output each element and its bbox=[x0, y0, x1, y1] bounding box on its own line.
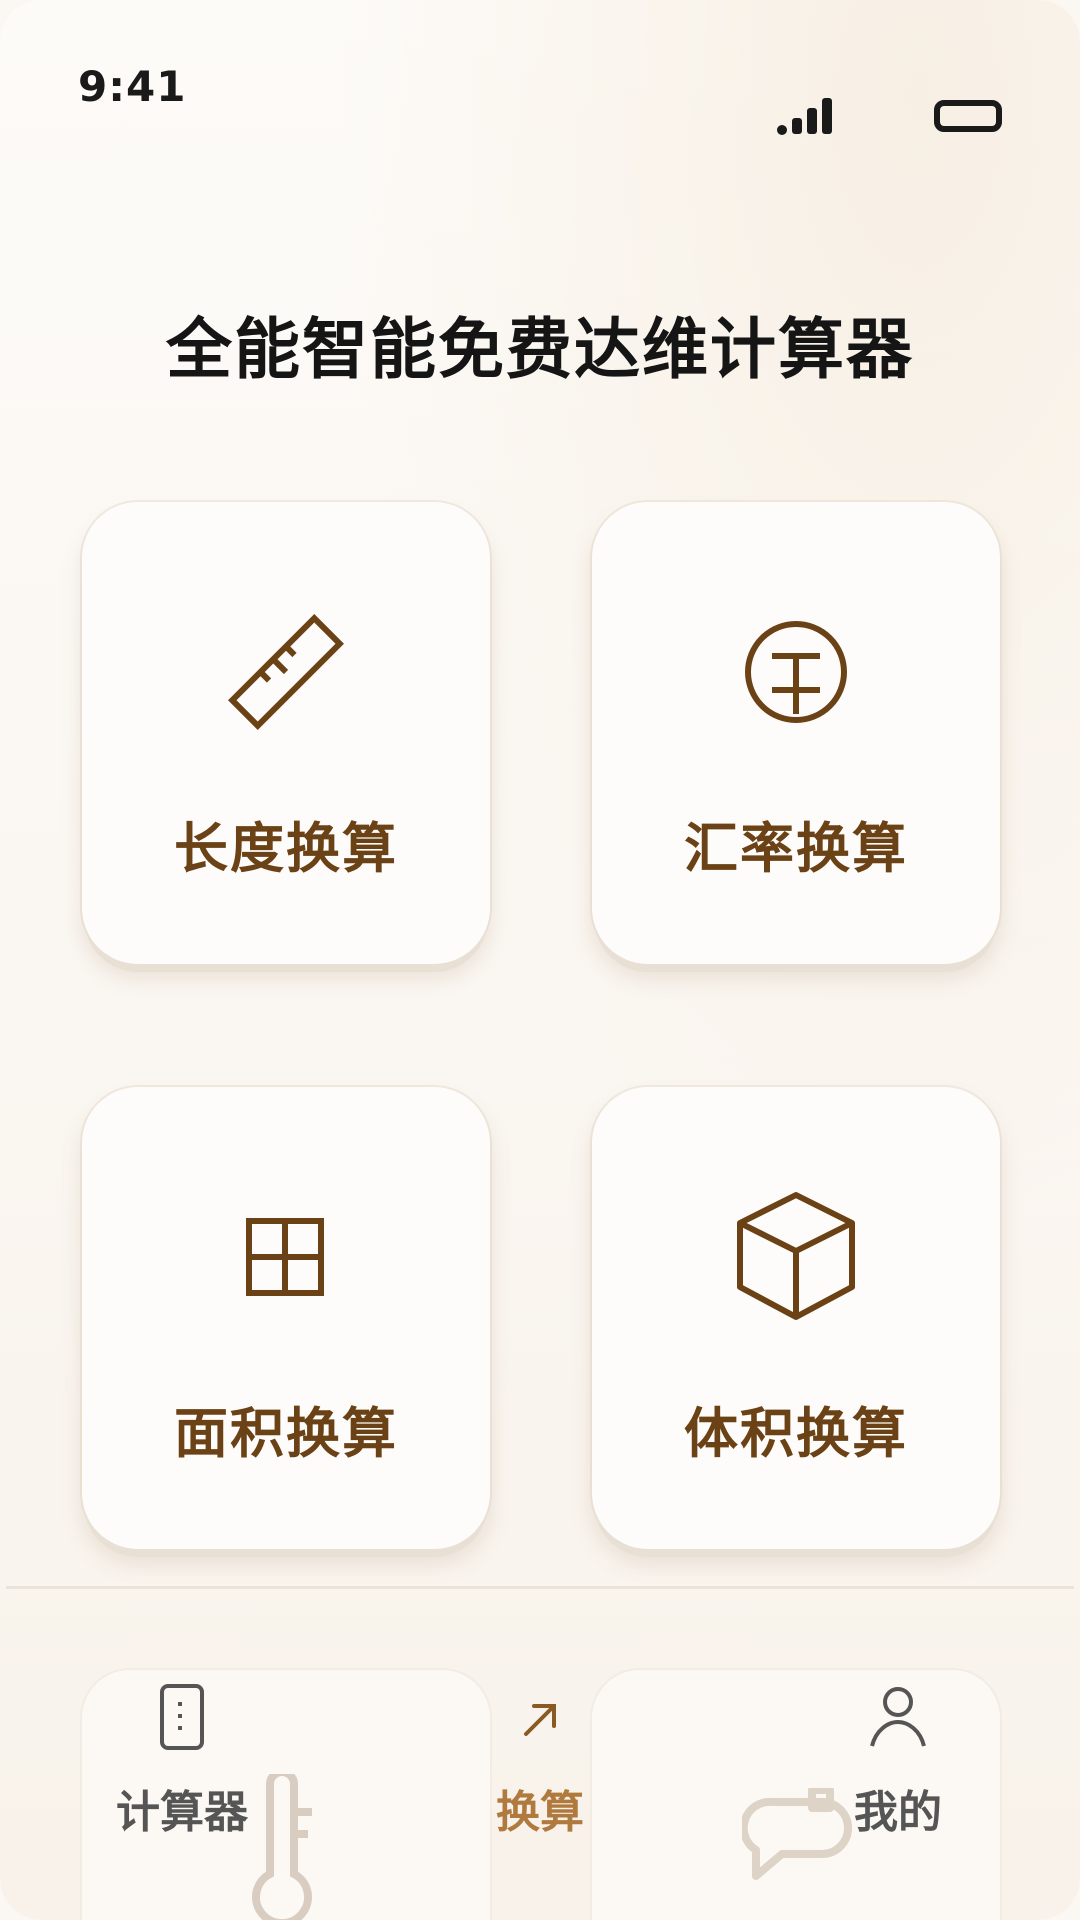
tab-me[interactable]: 我的 bbox=[788, 1680, 1008, 1880]
status-time: 9:41 bbox=[78, 62, 187, 111]
user-icon bbox=[788, 1680, 1008, 1760]
grid-icon bbox=[82, 1187, 490, 1327]
currency-conversion-card[interactable]: 汇率换算 bbox=[592, 502, 1000, 964]
tab-bar: 计算器 换算 我的 bbox=[0, 1590, 1080, 1920]
area-conversion-card[interactable]: 面积换算 bbox=[82, 1087, 490, 1549]
volume-conversion-card[interactable]: 体积换算 bbox=[592, 1087, 1000, 1549]
card-label: 汇率换算 bbox=[684, 817, 908, 880]
tab-label: 计算器 bbox=[116, 1787, 248, 1838]
card-label: 长度换算 bbox=[174, 817, 398, 880]
page-title: 全能智能免费达维计算器 bbox=[166, 311, 914, 388]
calculator-icon bbox=[72, 1680, 292, 1760]
tab-label: 换算 bbox=[496, 1787, 584, 1838]
ruler-icon bbox=[82, 602, 490, 742]
card-label: 体积换算 bbox=[684, 1402, 908, 1465]
length-conversion-card[interactable]: 长度换算 bbox=[82, 502, 490, 964]
cube-icon bbox=[592, 1187, 1000, 1327]
currency-icon bbox=[592, 602, 1000, 742]
arrow-up-right-icon bbox=[430, 1680, 650, 1760]
tab-label: 我的 bbox=[854, 1787, 942, 1838]
tab-calculator[interactable]: 计算器 bbox=[72, 1680, 292, 1880]
tab-conversion[interactable]: 换算 bbox=[430, 1680, 650, 1880]
signal-icon bbox=[777, 98, 832, 135]
app-screen: 9:41 全能智能免费达维计算器 长度换算 汇率换算 面积换算 体积换算 计算器… bbox=[0, 0, 1080, 1920]
tabbar-divider bbox=[6, 1586, 1074, 1589]
card-label: 面积换算 bbox=[174, 1402, 398, 1465]
battery-icon bbox=[934, 100, 1002, 132]
